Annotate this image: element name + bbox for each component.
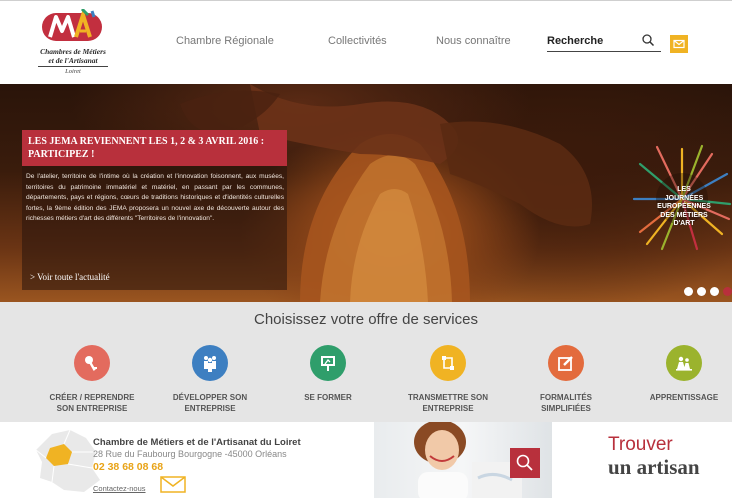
cma-logo[interactable]: Chambres de Métiers et de l'Artisanat Lo… [28,9,118,77]
logo-department: Loiret [65,68,81,75]
service-formalites[interactable]: Formalités simplifiées [506,345,626,417]
nav-nous-connaitre[interactable]: Nous connaître [436,35,511,47]
key-icon [85,356,97,371]
transfer-icon [442,356,454,370]
find-artisan-line-1[interactable]: Trouver [608,434,673,456]
service-circle [310,345,346,381]
jema-badge[interactable]: LES JOURNÉES EUROPÉENNES DES MÉTIERS D'A… [632,144,732,254]
jema-badge-line: EUROPÉENNES [657,203,711,210]
logo-line-2: et de l'Artisanat [48,56,98,65]
search-icon[interactable] [641,33,655,47]
service-label-line-2: entreprise [184,403,236,413]
cma-address: 28 Rue du Faubourg Bourgogne -45000 Orlé… [93,449,287,459]
service-label: Apprentissage [624,393,732,404]
service-label-line-1: Formalités [540,393,592,402]
service-label: Créer / Reprendre son entreprise [32,393,152,414]
service-label-line-1: Créer / Reprendre [49,393,135,402]
people-icon [204,356,216,372]
envelope-icon [673,39,685,49]
apprentice-icon [676,356,692,371]
find-artisan-line-2[interactable]: un artisan [608,455,700,480]
service-label: Transmettre son entreprise [388,393,508,414]
service-label-line-1: Transmettre son [408,393,488,402]
services-title: Choisissez votre offre de services [254,311,478,328]
news-title[interactable]: Les JEMA reviennent les 1, 2 & 3 avril 2… [28,135,283,161]
cma-name: Chambre de Métiers et de l'Artisanat du … [93,437,301,448]
service-circle [666,345,702,381]
service-circle [74,345,110,381]
cma-phone[interactable]: 02 38 68 08 68 [93,461,163,473]
contact-section: Chambre de Métiers et de l'Artisanat du … [0,422,732,498]
service-apprentissage[interactable]: Apprentissage [624,345,732,417]
nav-chambre-regionale[interactable]: Chambre Régionale [176,35,274,47]
slider-dot-4[interactable] [723,287,732,296]
service-circle [430,345,466,381]
news-title-bar: Les JEMA reviennent les 1, 2 & 3 avril 2… [22,130,287,166]
slider-dot-1[interactable] [684,287,693,296]
search-input[interactable] [547,32,637,50]
contact-link[interactable]: Contactez-nous [93,484,146,493]
search-box [547,32,661,52]
service-label-line-2: entreprise [422,403,474,413]
service-label-line-2: simplifiées [541,403,591,413]
service-label: Formalités simplifiées [506,393,626,414]
service-circle [548,345,584,381]
edit-icon [558,356,573,371]
all-news-link[interactable]: > Voir toute l'actualité [30,272,110,282]
service-label-line-1: Apprentissage [649,393,719,402]
nav-collectivites[interactable]: Collectivités [328,35,387,47]
newsletter-button[interactable] [670,35,688,53]
hero-slider: Les JEMA reviennent les 1, 2 & 3 avril 2… [0,84,732,302]
service-creer-reprendre[interactable]: Créer / Reprendre son entreprise [32,345,152,417]
service-label: Se former [268,393,388,404]
cma-logo-mark [42,9,102,41]
service-label: Développer son entreprise [150,393,270,414]
jema-badge-text: LES JOURNÉES EUROPÉENNES DES MÉTIERS D'A… [636,186,732,229]
slider-dots [684,287,732,297]
search-icon [516,454,533,471]
envelope-icon[interactable] [160,476,186,493]
slider-dot-3[interactable] [710,287,719,296]
service-developper[interactable]: Développer son entreprise [150,345,270,417]
service-transmettre[interactable]: Transmettre son entreprise [388,345,508,417]
service-label-line-1: Développer son [172,393,248,402]
find-artisan-search-button[interactable] [510,448,540,478]
jema-badge-line: LES [677,186,691,193]
logo-rule [38,66,108,67]
jema-badge-line: JOURNÉES [664,194,704,202]
service-se-former[interactable]: Se former [268,345,388,417]
news-panel: Les JEMA reviennent les 1, 2 & 3 avril 2… [22,130,287,290]
jema-badge-line: DES MÉTIERS [660,211,708,219]
logo-line-1: Chambres de Métiers [40,47,106,56]
slider-dot-2[interactable] [697,287,706,296]
service-label-line-1: Se former [304,393,352,402]
jema-badge-line: D'ART [673,220,695,227]
news-body: De l'atelier, territoire de l'intime où … [26,173,284,222]
service-circle [192,345,228,381]
site-header: Chambres de Métiers et de l'Artisanat Lo… [0,0,732,84]
services-band: Choisissez votre offre de services Créer… [0,302,732,422]
board-icon [321,356,335,371]
service-label-line-2: son entreprise [56,403,128,413]
